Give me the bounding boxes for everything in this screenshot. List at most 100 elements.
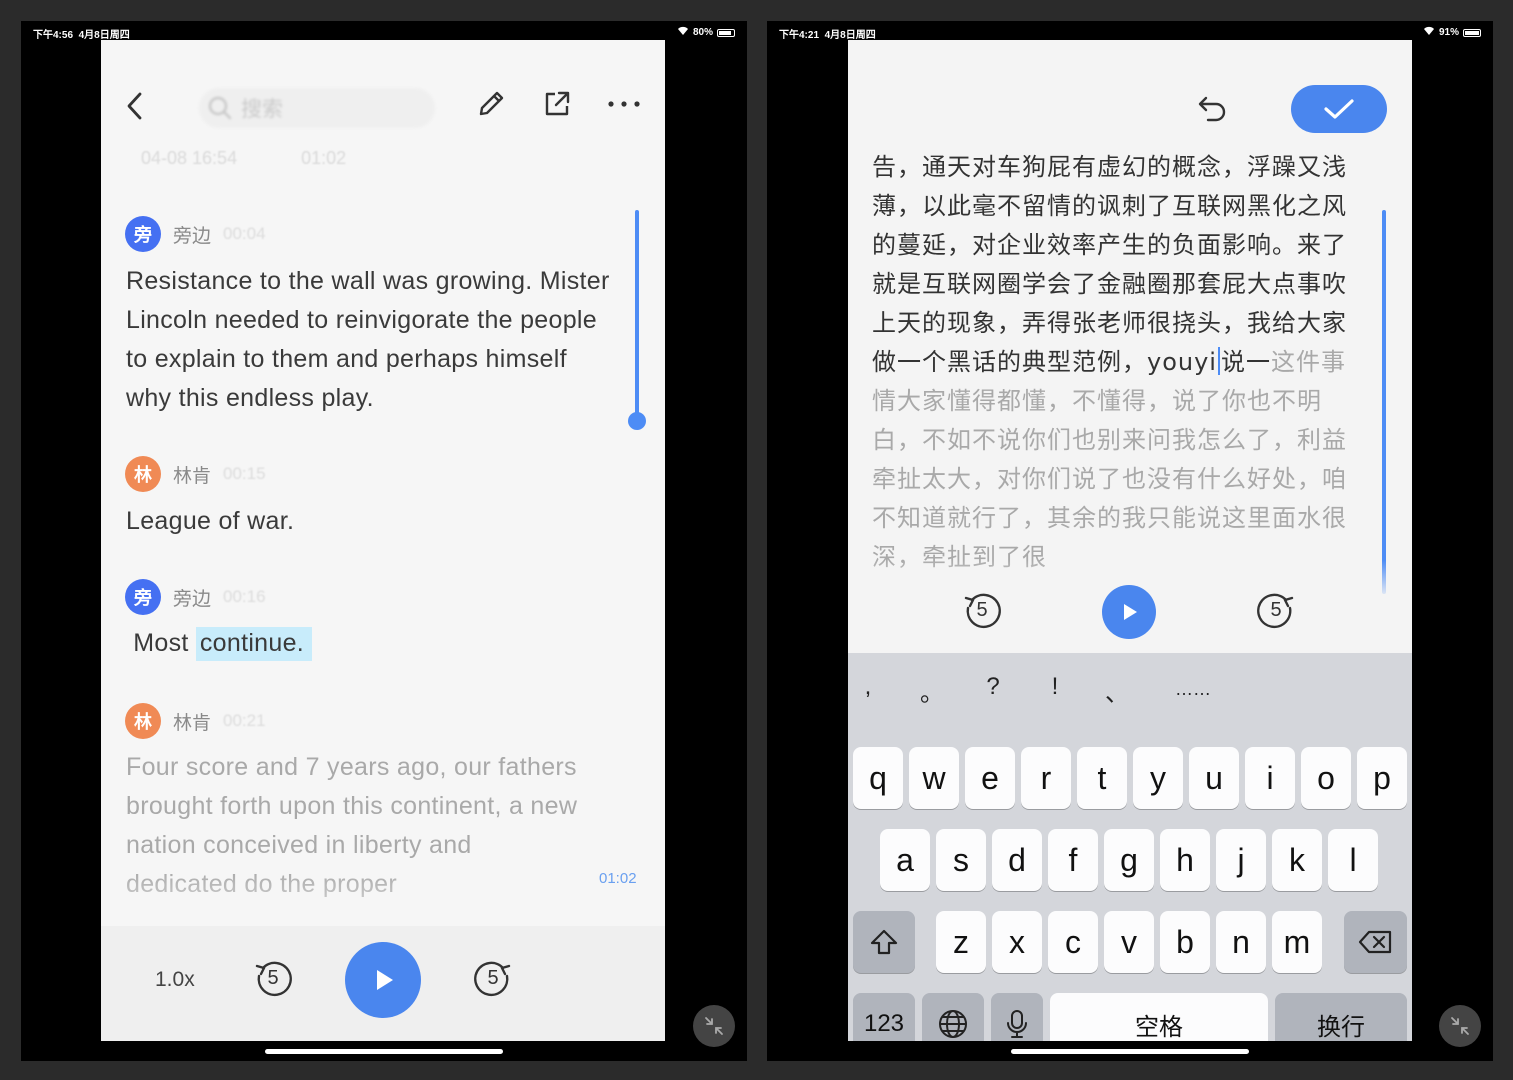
key-j[interactable]: j — [1216, 829, 1266, 891]
key-n[interactable]: n — [1216, 911, 1266, 973]
key-s[interactable]: s — [936, 829, 986, 891]
undo-button[interactable] — [1193, 90, 1233, 128]
skip-back-button[interactable]: 5 — [960, 590, 1004, 634]
speaker-name: 旁边 — [173, 588, 212, 610]
key-a[interactable]: a — [880, 829, 930, 891]
segment-text[interactable]: Resistance to the wall was growing. Mist… — [126, 262, 616, 418]
transcript-panel: 搜索 04-08 16:54 01:02 旁 旁边 00:04 Resistan… — [101, 40, 665, 1041]
return-key[interactable]: 换行 — [1275, 993, 1407, 1041]
share-icon — [545, 91, 570, 116]
share-button[interactable] — [539, 86, 575, 122]
key-o[interactable]: o — [1301, 747, 1351, 809]
play-icon — [377, 970, 393, 990]
keyboard: , 。 ? ! 、 …… q w e r t y u i o p a s d f… — [848, 653, 1412, 1041]
punct-key[interactable]: …… — [1156, 679, 1230, 700]
battery-percent: 80% — [692, 27, 713, 38]
key-d[interactable]: d — [992, 829, 1042, 891]
key-u[interactable]: u — [1189, 747, 1239, 809]
skip-forward-button[interactable]: 5 — [1254, 590, 1298, 634]
avatar: 旁 — [125, 579, 161, 615]
key-k[interactable]: k — [1272, 829, 1322, 891]
more-button[interactable] — [604, 86, 644, 122]
shift-key[interactable] — [853, 911, 915, 973]
wifi-icon — [677, 26, 689, 39]
segment-time: 00:04 — [223, 224, 266, 243]
space-key[interactable]: 空格 — [1050, 993, 1268, 1041]
segment-time: 00:21 — [223, 711, 266, 730]
scroll-indicator[interactable] — [1382, 210, 1386, 594]
skip-forward-button[interactable]: 5 — [471, 958, 515, 1002]
punctuation-bar: , 。 ? ! 、 …… — [848, 673, 1412, 713]
home-indicator[interactable] — [265, 1049, 503, 1054]
skip-forward-seconds: 5 — [487, 967, 499, 989]
scroll-indicator[interactable] — [635, 210, 639, 420]
key-y[interactable]: y — [1133, 747, 1183, 809]
key-x[interactable]: x — [992, 911, 1042, 973]
key-p[interactable]: p — [1357, 747, 1407, 809]
key-c[interactable]: c — [1048, 911, 1098, 973]
collapse-button[interactable] — [1439, 1005, 1481, 1047]
avatar: 旁 — [125, 216, 161, 252]
edit-panel: 告，通天对车狗屁有虚幻的概念，浮躁又浅薄，以此毫不留情的讽刺了互联网黑化之风的蔓… — [848, 40, 1412, 1041]
search-input[interactable]: 搜索 — [199, 88, 435, 128]
key-f[interactable]: f — [1048, 829, 1098, 891]
player-bar: 1.0x 5 5 — [101, 926, 665, 1041]
mic-key[interactable] — [991, 993, 1043, 1041]
segment-text[interactable]: Most continue. — [126, 624, 616, 663]
status-time-date: 下午4:21 4月8日周四 — [779, 26, 876, 41]
numbers-key[interactable]: 123 — [853, 993, 915, 1041]
key-z[interactable]: z — [936, 911, 986, 973]
skip-back-button[interactable]: 5 — [251, 958, 295, 1002]
backspace-key[interactable] — [1344, 911, 1407, 973]
highlighted-text[interactable]: continue. — [195, 627, 313, 661]
check-icon — [1324, 99, 1354, 119]
punct-key[interactable]: , — [848, 673, 888, 701]
edit-button[interactable] — [473, 86, 509, 122]
text-cursor — [1217, 347, 1220, 375]
speed-button[interactable]: 1.0x — [155, 968, 195, 992]
segment-text[interactable]: League of war. — [126, 502, 616, 541]
key-v[interactable]: v — [1104, 911, 1154, 973]
confirm-button[interactable] — [1291, 85, 1387, 133]
key-q[interactable]: q — [853, 747, 903, 809]
skip-forward-seconds: 5 — [1270, 599, 1282, 621]
key-b[interactable]: b — [1160, 911, 1210, 973]
key-m[interactable]: m — [1272, 911, 1322, 973]
undo-icon — [1198, 96, 1226, 122]
key-r[interactable]: r — [1021, 747, 1071, 809]
recording-duration: 01:02 — [301, 148, 347, 168]
microphone-icon — [1007, 1010, 1027, 1038]
collapse-icon — [705, 1017, 723, 1035]
status-right: 80% — [677, 26, 735, 39]
collapse-button[interactable] — [693, 1005, 735, 1047]
skip-back-seconds: 5 — [976, 599, 988, 621]
collapse-icon — [1451, 1017, 1469, 1035]
punct-key[interactable]: 。 — [912, 673, 952, 708]
pencil-icon — [479, 91, 504, 116]
key-l[interactable]: l — [1328, 829, 1378, 891]
punct-key[interactable]: ? — [973, 673, 1013, 701]
status-bar: 下午4:56 4月8日周四 80% — [33, 25, 735, 41]
key-t[interactable]: t — [1077, 747, 1127, 809]
status-right: 91% — [1423, 26, 1481, 39]
speaker-name: 旁边 — [173, 225, 212, 247]
key-e[interactable]: e — [965, 747, 1015, 809]
play-button[interactable] — [1102, 585, 1156, 639]
pending-text: 这件事情大家懂得都懂，不懂得，说了你也不明白，不如不说你们也别来问我怎么了，利益… — [872, 348, 1347, 571]
avatar: 林 — [125, 456, 161, 492]
punct-key[interactable]: ! — [1035, 673, 1075, 701]
key-w[interactable]: w — [909, 747, 959, 809]
back-button[interactable] — [119, 86, 149, 126]
avatar: 林 — [125, 703, 161, 739]
globe-key[interactable] — [922, 993, 984, 1041]
punct-key[interactable]: 、 — [1097, 673, 1137, 708]
key-g[interactable]: g — [1104, 829, 1154, 891]
transcript-editor[interactable]: 告，通天对车狗屁有虚幻的概念，浮躁又浅薄，以此毫不留情的讽刺了互联网黑化之风的蔓… — [872, 148, 1352, 577]
home-indicator[interactable] — [1011, 1049, 1249, 1054]
status-time-date: 下午4:56 4月8日周四 — [33, 26, 130, 41]
play-button[interactable] — [345, 942, 421, 1018]
key-i[interactable]: i — [1245, 747, 1295, 809]
scroll-handle[interactable] — [628, 412, 646, 430]
key-h[interactable]: h — [1160, 829, 1210, 891]
search-placeholder: 搜索 — [241, 98, 283, 121]
